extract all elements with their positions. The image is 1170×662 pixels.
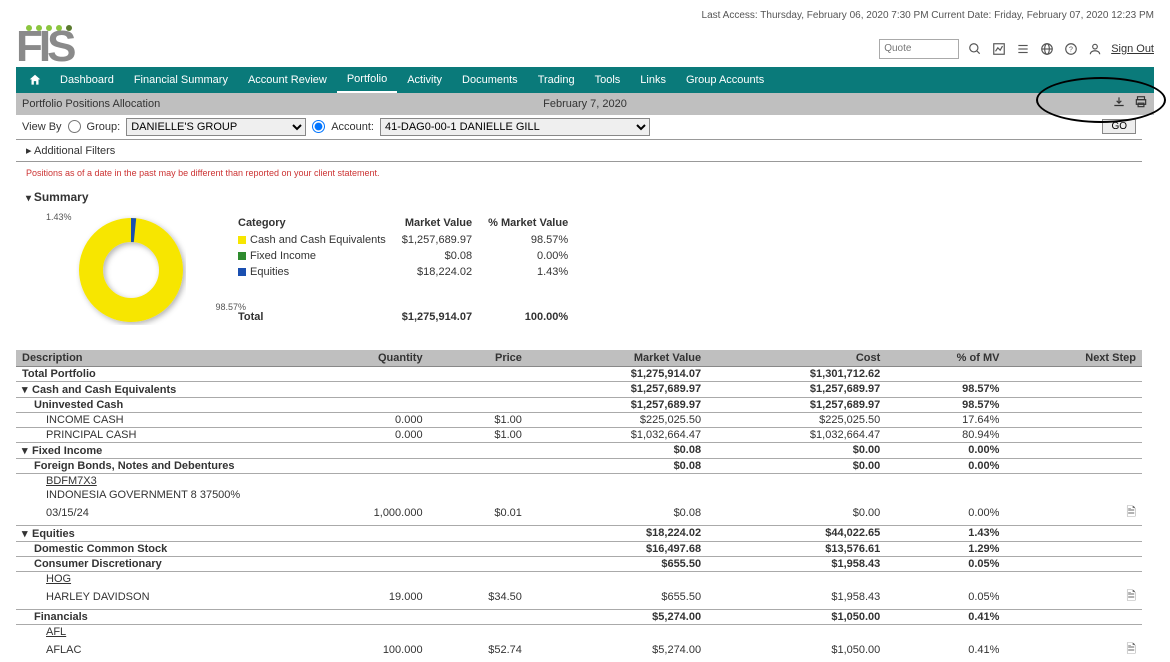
group-label: Group: (87, 121, 121, 133)
col-cost: Cost (707, 350, 886, 367)
next-step-icon[interactable]: 🗎 (1126, 589, 1136, 603)
chart-icon[interactable] (991, 41, 1007, 57)
position-desc: INDONESIA GOVERNMENT 8 37500% (16, 488, 296, 502)
position-desc: AFL (16, 624, 296, 639)
legend-row: Fixed Income (238, 249, 400, 263)
donut-label-equities: 1.43% (46, 212, 72, 222)
col-quantity: Quantity (296, 350, 429, 367)
position-desc: ▾Equities (16, 525, 296, 541)
position-desc: ▾Fixed Income (16, 442, 296, 458)
donut-label-cash: 98.57% (215, 302, 246, 312)
expand-icon[interactable]: ▾ (22, 527, 32, 540)
account-label: Account: (331, 121, 374, 133)
menu-icon[interactable] (1015, 41, 1031, 57)
view-by-label: View By (22, 121, 62, 133)
legend-row: Equities (238, 265, 400, 279)
page-date: February 7, 2020 (543, 98, 627, 110)
nav-activity[interactable]: Activity (397, 67, 452, 93)
last-access-text: Last Access: Thursday, February 06, 2020… (16, 10, 1154, 25)
nav-group-accounts[interactable]: Group Accounts (676, 67, 774, 93)
account-select[interactable]: 41-DAG0-00-1 DANIELLE GILL (380, 118, 650, 136)
quote-input[interactable] (879, 39, 959, 59)
nav-tools[interactable]: Tools (585, 67, 631, 93)
position-desc: BDFM7X3 (16, 473, 296, 488)
col--of-mv: % of MV (886, 350, 1005, 367)
main-nav: DashboardFinancial SummaryAccount Review… (16, 67, 1154, 93)
sign-out-link[interactable]: Sign Out (1111, 43, 1154, 55)
position-desc: 03/15/24 (16, 502, 296, 526)
legend-row: Cash and Cash Equivalents (238, 233, 400, 247)
legend-total-label: Total (238, 281, 400, 324)
nav-documents[interactable]: Documents (452, 67, 528, 93)
position-desc: HOG (16, 571, 296, 586)
col-price: Price (429, 350, 528, 367)
nav-trading[interactable]: Trading (528, 67, 585, 93)
filter-bar: View By Group: DANIELLE'S GROUP Account:… (16, 115, 1142, 140)
position-desc: Uninvested Cash (16, 397, 296, 412)
nav-dashboard[interactable]: Dashboard (50, 67, 124, 93)
expand-icon[interactable]: ▾ (22, 383, 32, 396)
nav-links[interactable]: Links (630, 67, 676, 93)
position-desc: Consumer Discretionary (16, 556, 296, 571)
position-desc: PRINCIPAL CASH (16, 427, 296, 442)
home-icon[interactable] (20, 73, 50, 87)
page-title: Portfolio Positions Allocation (22, 98, 160, 110)
search-icon[interactable] (967, 41, 983, 57)
logo-text: FIS (16, 27, 72, 67)
print-icon[interactable] (1134, 95, 1148, 112)
sub-header: Portfolio Positions Allocation February … (16, 93, 1154, 115)
logo: FIS (16, 25, 72, 67)
next-step-icon[interactable]: 🗎 (1126, 505, 1136, 519)
download-icon[interactable] (1112, 95, 1126, 112)
disclaimer-text: Positions as of a date in the past may b… (16, 162, 1142, 184)
legend-total-pct: 100.00% (488, 281, 582, 324)
group-radio[interactable] (68, 120, 81, 133)
col-next-step: Next Step (1005, 350, 1142, 367)
position-desc: Domestic Common Stock (16, 541, 296, 556)
additional-filters-toggle[interactable]: Additional Filters (16, 140, 1142, 162)
group-select[interactable]: DANIELLE'S GROUP (126, 118, 306, 136)
next-step-icon[interactable]: 🗎 (1126, 642, 1136, 656)
position-desc: AFLAC (16, 639, 296, 662)
legend-col-category: Category (238, 215, 400, 231)
nav-account-review[interactable]: Account Review (238, 67, 337, 93)
summary-toggle[interactable]: Summary (16, 184, 1142, 210)
position-desc: ▾Cash and Cash Equivalents (16, 381, 296, 397)
col-description: Description (16, 350, 296, 367)
position-desc: Foreign Bonds, Notes and Debentures (16, 458, 296, 473)
allocation-legend-table: Category Market Value % Market Value Cas… (236, 213, 584, 326)
globe-icon[interactable] (1039, 41, 1055, 57)
svg-text:?: ? (1069, 46, 1073, 53)
position-desc: Financials (16, 609, 296, 624)
positions-table: DescriptionQuantityPriceMarket ValueCost… (16, 350, 1142, 662)
col-market-value: Market Value (528, 350, 707, 367)
position-desc: HARLEY DAVIDSON (16, 586, 296, 610)
go-button[interactable]: GO (1102, 119, 1136, 134)
legend-col-pct: % Market Value (488, 215, 582, 231)
user-icon[interactable] (1087, 41, 1103, 57)
position-desc: Total Portfolio (16, 366, 296, 381)
expand-icon[interactable]: ▾ (22, 444, 32, 457)
account-radio[interactable] (312, 120, 325, 133)
legend-col-mv: Market Value (402, 215, 486, 231)
nav-financial-summary[interactable]: Financial Summary (124, 67, 238, 93)
help-icon[interactable]: ? (1063, 41, 1079, 57)
legend-total-mv: $1,275,914.07 (402, 281, 486, 324)
nav-portfolio[interactable]: Portfolio (337, 67, 397, 93)
position-desc: INCOME CASH (16, 412, 296, 427)
allocation-donut-chart: 1.43% 98.57% (46, 210, 216, 330)
